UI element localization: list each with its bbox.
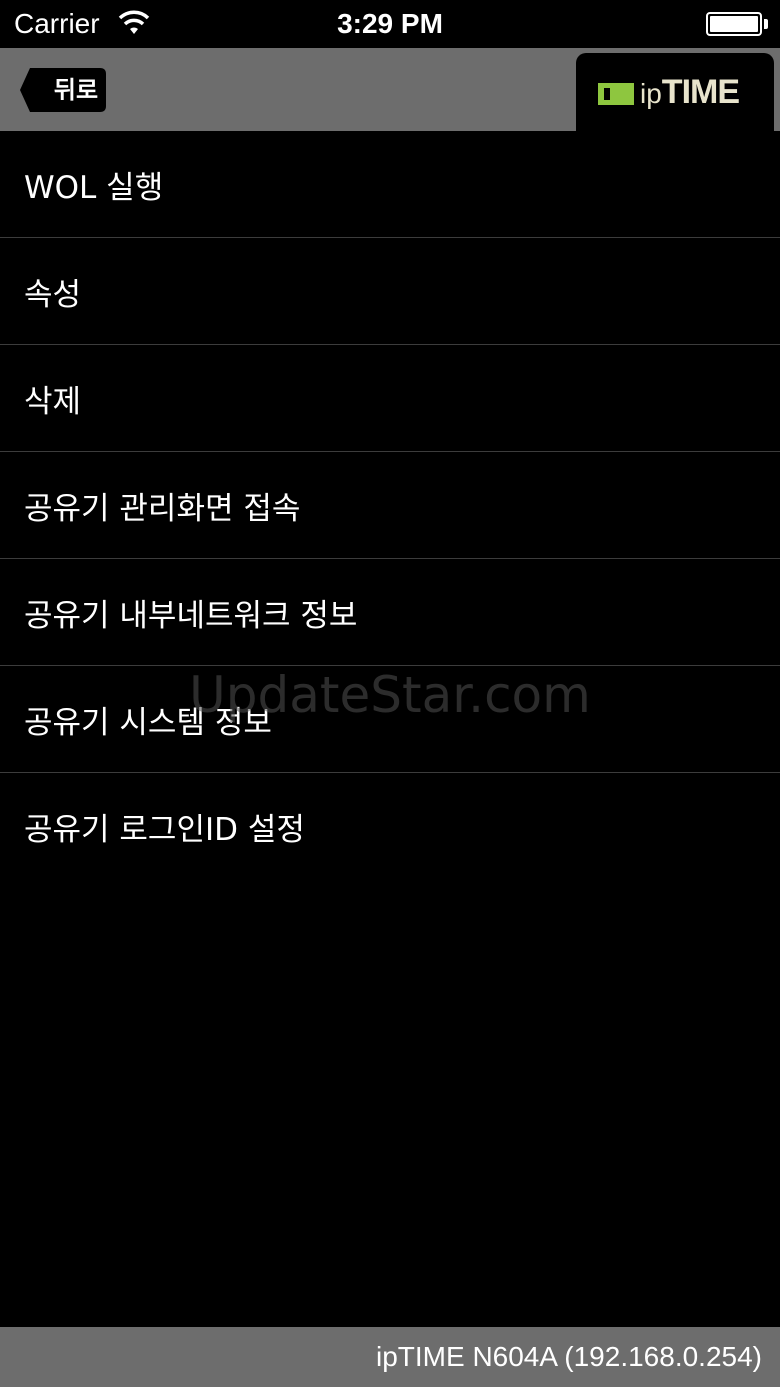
- back-button-label: 뒤로: [53, 76, 99, 104]
- menu-list: WOL 실행 속성 삭제 공유기 관리화면 접속 공유기 내부네트워크 정보 공…: [0, 131, 780, 880]
- menu-item-label: 공유기 로그인ID 설정: [24, 812, 305, 848]
- menu-item-wol[interactable]: WOL 실행: [0, 131, 780, 238]
- back-button[interactable]: 뒤로: [20, 66, 108, 114]
- menu-item-internal-network[interactable]: 공유기 내부네트워크 정보: [0, 559, 780, 666]
- menu-item-label: 공유기 시스템 정보: [24, 704, 272, 741]
- menu-item-login-id[interactable]: 공유기 로그인ID 설정: [0, 773, 780, 880]
- status-bar: Carrier 3:29 PM: [0, 0, 780, 48]
- menu-item-label: 삭제: [24, 383, 82, 420]
- menu-item-label: 공유기 내부네트워크 정보: [24, 597, 358, 634]
- menu-item-label: WOL 실행: [24, 169, 164, 206]
- battery-tip: [764, 19, 768, 29]
- menu-item-properties[interactable]: 속성: [0, 238, 780, 345]
- navigation-bar: 뒤로 ipTIME: [0, 48, 780, 131]
- footer-bar: ipTIME N604A (192.168.0.254): [0, 1327, 780, 1387]
- logo-text: ipTIME: [640, 73, 740, 111]
- menu-item-label: 속성: [24, 276, 82, 313]
- menu-item-label: 공유기 관리화면 접속: [24, 490, 301, 527]
- menu-item-system-info[interactable]: 공유기 시스템 정보: [0, 666, 780, 773]
- battery-icon: [706, 12, 762, 36]
- device-info: ipTIME N604A (192.168.0.254): [375, 1341, 762, 1372]
- menu-item-delete[interactable]: 삭제: [0, 345, 780, 452]
- menu-item-admin-page[interactable]: 공유기 관리화면 접속: [0, 452, 780, 559]
- clock: 3:29 PM: [337, 8, 443, 39]
- logo-mark-icon: [598, 83, 634, 105]
- iptime-logo: ipTIME: [576, 53, 774, 131]
